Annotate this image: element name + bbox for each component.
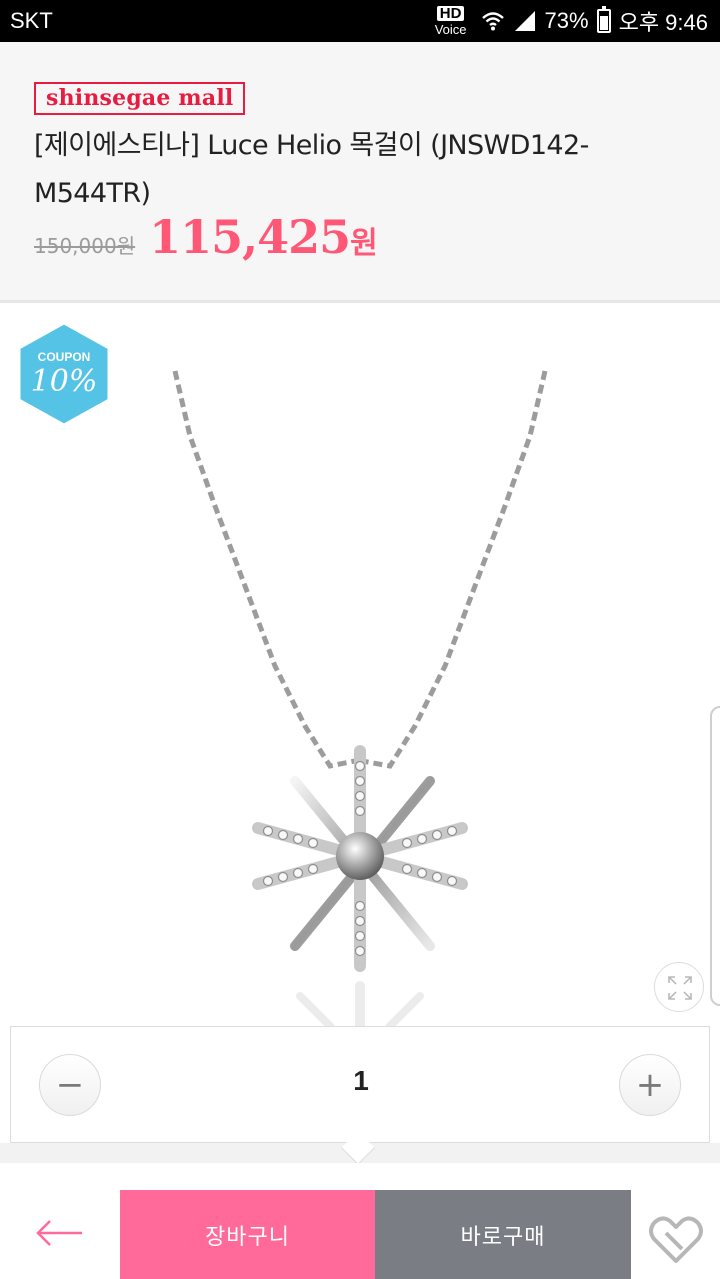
side-drawer-handle[interactable] xyxy=(710,706,720,1006)
coupon-badge: COUPON 10% xyxy=(16,320,112,428)
wishlist-button[interactable] xyxy=(644,1207,708,1271)
expand-icon xyxy=(668,976,692,1000)
battery-icon xyxy=(596,6,611,33)
sale-price: 115,425 xyxy=(149,210,351,264)
heart-icon xyxy=(649,1216,703,1263)
quantity-value: 1 xyxy=(353,1065,369,1096)
price-row: 150,000원 115,425 원 xyxy=(34,210,378,264)
quantity-increase-button[interactable]: + xyxy=(619,1054,681,1116)
buy-now-button[interactable]: 바로구매 xyxy=(375,1190,631,1279)
battery-percent: 73% xyxy=(544,8,589,33)
coupon-value: 10% xyxy=(30,364,98,399)
clock: 오후 9:46 xyxy=(618,10,708,35)
wifi-icon xyxy=(481,12,504,31)
back-arrow-icon xyxy=(36,1220,82,1246)
hd-voice-icon: HD Voice xyxy=(435,6,467,36)
expand-image-button[interactable] xyxy=(654,962,704,1012)
product-image-area[interactable]: COUPON 10% xyxy=(0,306,720,1026)
bottom-action-bar: 장바구니 바로구매 xyxy=(0,1163,720,1279)
original-price: 150,000원 xyxy=(34,234,136,258)
brand-badge[interactable]: shinsegae mall xyxy=(34,82,246,115)
carrier-label: SKT xyxy=(10,8,53,33)
coupon-label: COUPON xyxy=(37,350,91,364)
sale-price-unit: 원 xyxy=(350,226,378,261)
hd-label: HD xyxy=(436,6,465,21)
product-header: shinsegae mall [제이에스티나] Luce Helio 목걸이 (… xyxy=(0,42,720,303)
quantity-stepper: − 1 + xyxy=(10,1026,710,1143)
status-icons: HD Voice 73% 오후 9:46 xyxy=(435,4,708,38)
product-title: [제이에스티나] Luce Helio 목걸이 (JNSWD142-M544TR… xyxy=(34,130,589,209)
add-to-cart-button[interactable]: 장바구니 xyxy=(120,1190,375,1279)
status-bar: SKT HD Voice 73% 오후 9:46 xyxy=(0,0,720,42)
voice-label: Voice xyxy=(434,22,467,37)
back-button[interactable] xyxy=(20,1203,100,1263)
signal-icon xyxy=(514,11,535,31)
